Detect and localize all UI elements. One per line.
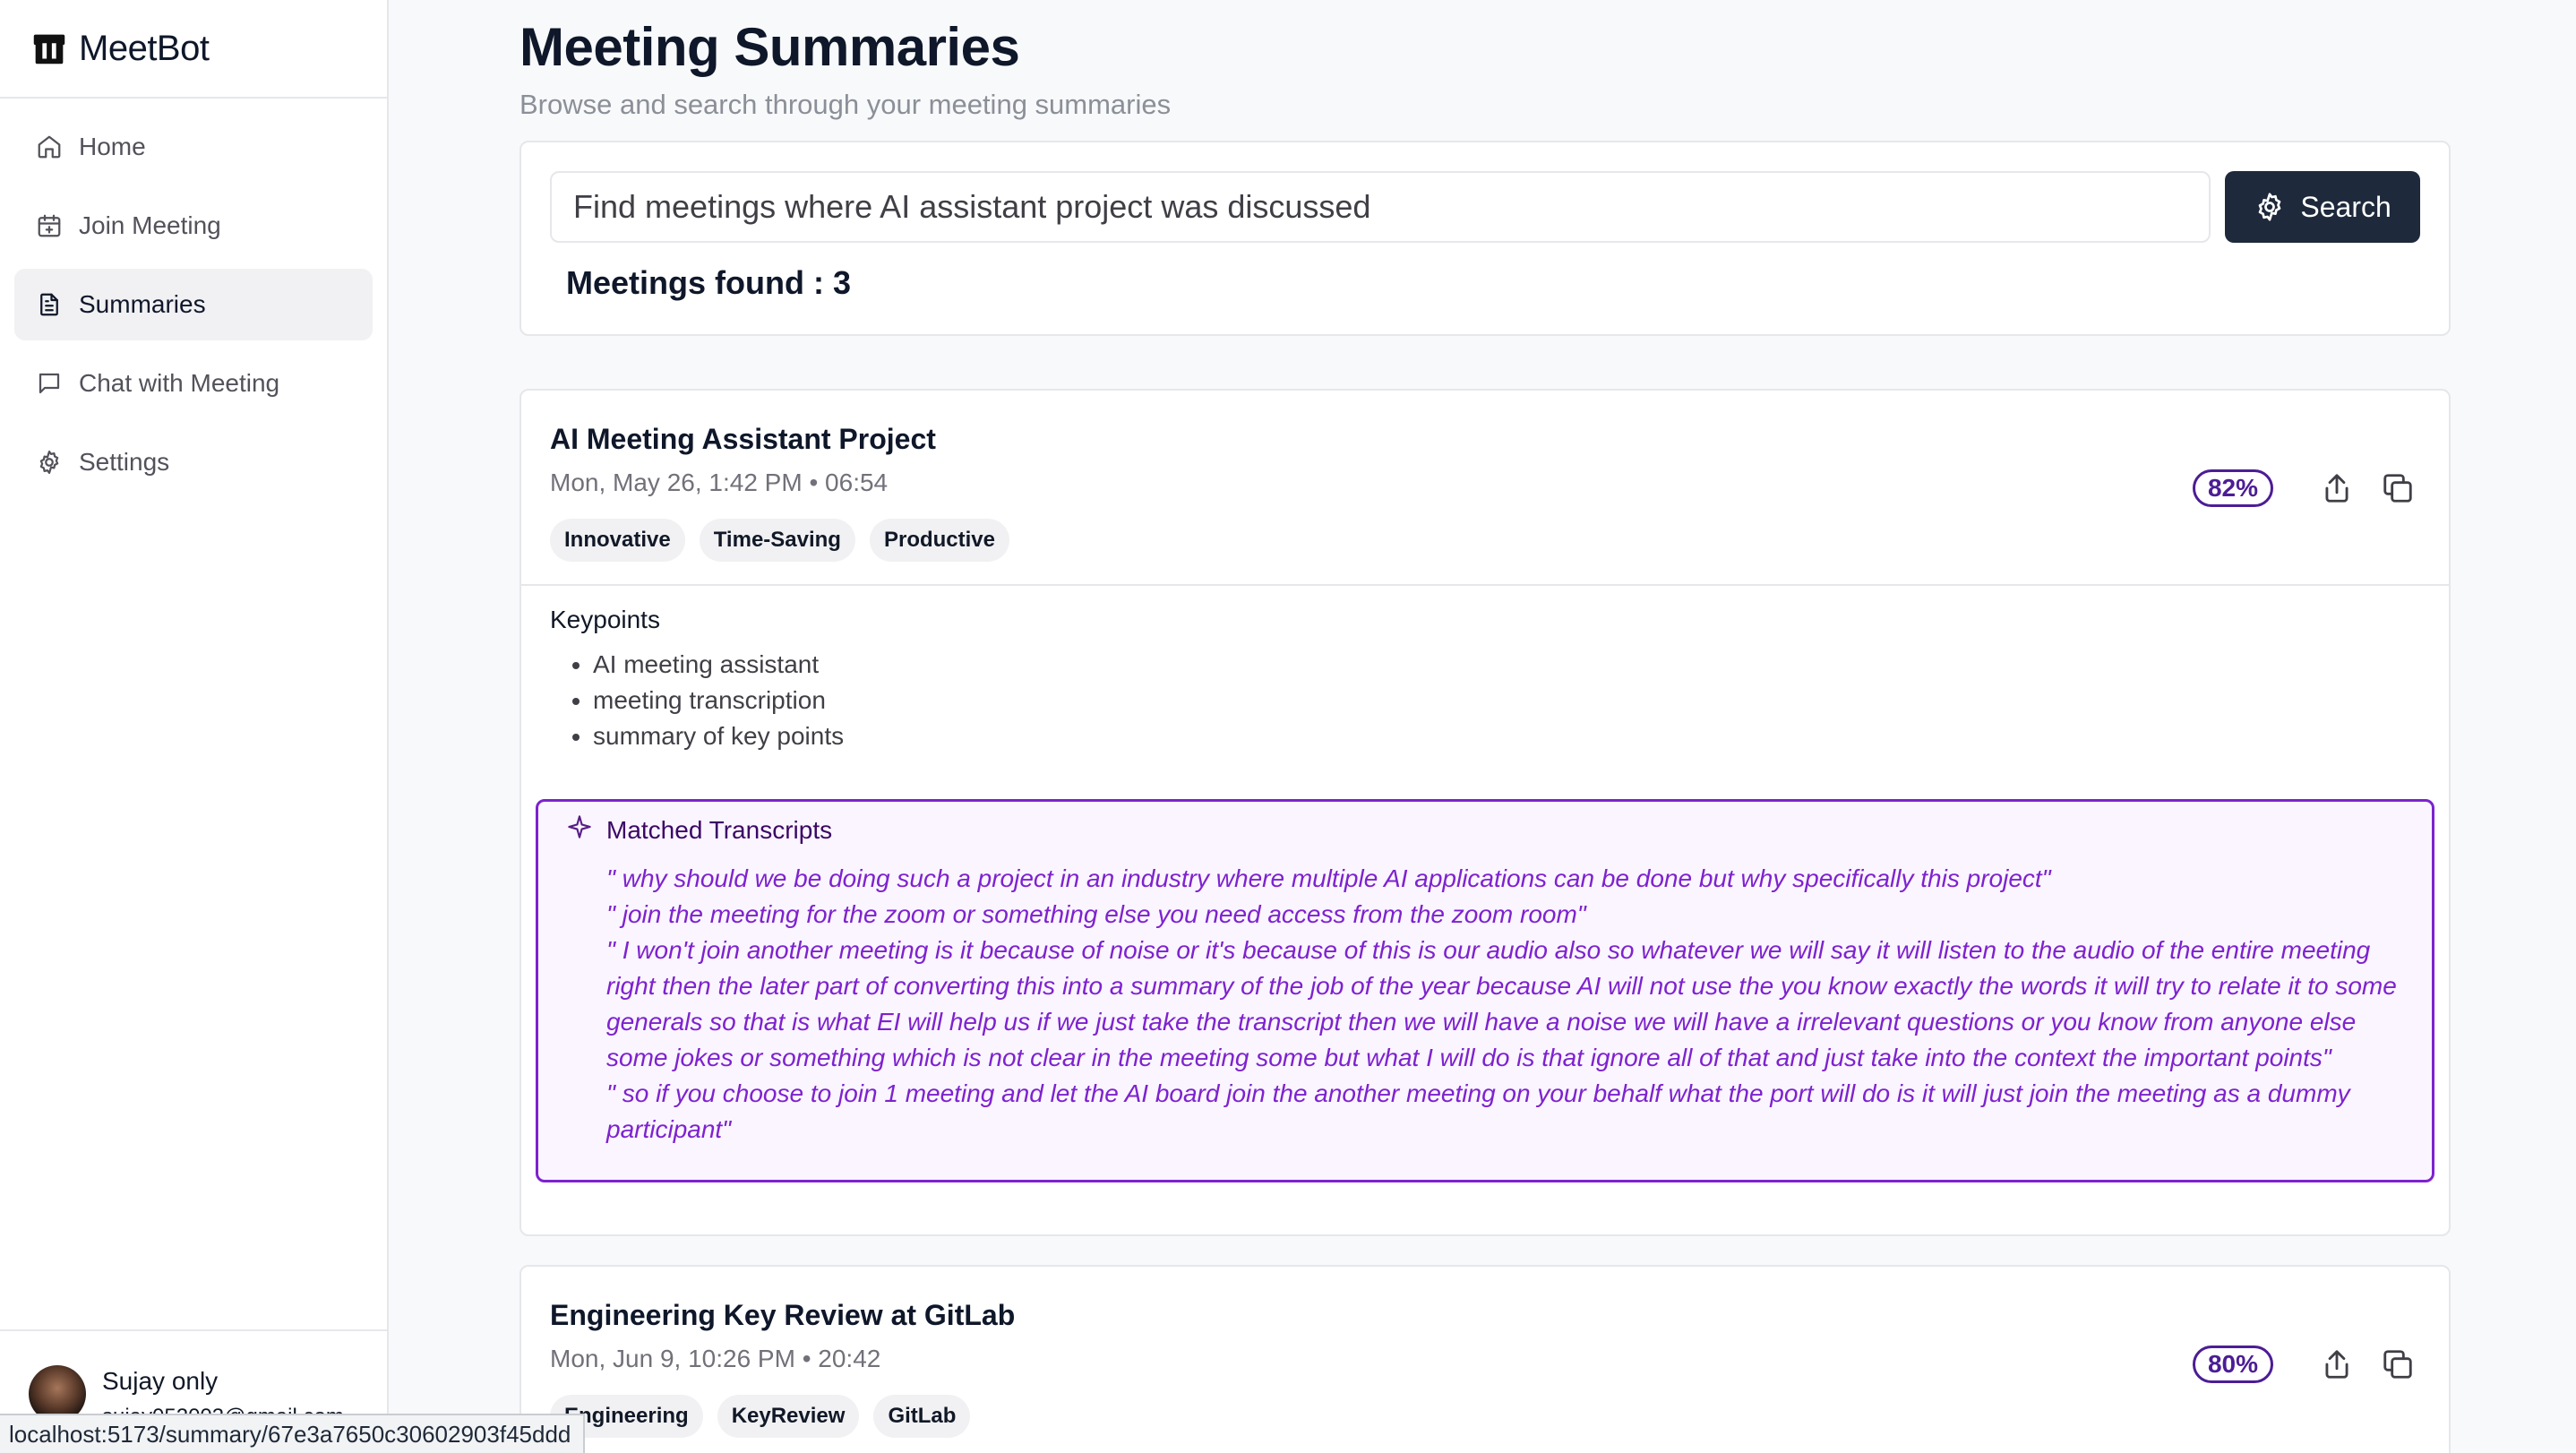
sidebar-item-home[interactable]: Home bbox=[14, 111, 373, 183]
meeting-title[interactable]: AI Meeting Assistant Project bbox=[550, 423, 2420, 456]
meeting-card-header: AI Meeting Assistant Project Mon, May 26… bbox=[521, 391, 2449, 584]
sidebar-item-settings[interactable]: Settings bbox=[14, 426, 373, 498]
meeting-tags: Innovative Time-Saving Productive bbox=[550, 519, 2420, 562]
meeting-actions: 80% bbox=[2192, 1346, 2417, 1383]
meeting-actions: 82% bbox=[2192, 469, 2417, 507]
tag: Time-Saving bbox=[699, 519, 855, 562]
tag: Productive bbox=[869, 519, 1009, 562]
status-url: localhost:5173/summary/67e3a7650c3060290… bbox=[0, 1414, 586, 1453]
transcript-quote: " why should we be doing such a project … bbox=[606, 864, 2051, 892]
transcript-quote: " so if you choose to join 1 meeting and… bbox=[606, 1079, 2350, 1143]
page-title: Meeting Summaries bbox=[519, 17, 1020, 77]
tag: GitLab bbox=[873, 1395, 971, 1438]
user-name: Sujay only bbox=[102, 1367, 219, 1395]
share-button[interactable] bbox=[2318, 469, 2356, 507]
matched-transcripts-box: Matched Transcripts " why should we be d… bbox=[536, 799, 2434, 1182]
sidebar-item-label: Settings bbox=[79, 448, 170, 476]
search-button-label: Search bbox=[2300, 190, 2391, 223]
meeting-tags: Engineering KeyReview GitLab bbox=[550, 1395, 2420, 1438]
keypoint-item: AI meeting assistant bbox=[593, 647, 2420, 683]
meeting-card-header: Engineering Key Review at GitLab Mon, Ju… bbox=[521, 1267, 2449, 1453]
sidebar-item-summaries[interactable]: Summaries bbox=[14, 269, 373, 340]
brand-name: MeetBot bbox=[79, 28, 210, 68]
meeting-title[interactable]: Engineering Key Review at GitLab bbox=[550, 1299, 2420, 1332]
meeting-card-body: Keypoints AI meeting assistant meeting t… bbox=[521, 584, 2449, 1182]
sparkle-icon bbox=[568, 815, 591, 838]
keypoints-title: Keypoints bbox=[550, 606, 660, 633]
meeting-date-duration: Mon, Jun 9, 10:26 PM • 20:42 bbox=[550, 1345, 881, 1372]
meeting-card[interactable]: AI Meeting Assistant Project Mon, May 26… bbox=[519, 389, 2451, 1236]
tag: Innovative bbox=[550, 519, 685, 562]
transcript-quote: " join the meeting for the zoom or somet… bbox=[606, 900, 1586, 928]
share-icon bbox=[2325, 1350, 2348, 1379]
copy-icon bbox=[2383, 1350, 2412, 1379]
results-count: Meetings found : 3 bbox=[566, 264, 851, 301]
transcript-quote: " I won't join another meeting is it bec… bbox=[606, 936, 2397, 1071]
meeting-card[interactable]: Engineering Key Review at GitLab Mon, Ju… bbox=[519, 1265, 2451, 1453]
sidebar-item-chat-with-meeting[interactable]: Chat with Meeting bbox=[14, 348, 373, 419]
tag: KeyReview bbox=[717, 1395, 860, 1438]
sidebar-item-label: Chat with Meeting bbox=[79, 369, 280, 397]
brand[interactable]: MeetBot bbox=[0, 0, 387, 99]
document-icon bbox=[40, 293, 58, 316]
calendar-plus-icon bbox=[38, 214, 61, 237]
match-score-badge: 82% bbox=[2192, 469, 2273, 507]
sidebar-item-label: Home bbox=[79, 133, 146, 160]
search-card: Search Meetings found : 3 bbox=[519, 141, 2451, 336]
page-subtitle: Browse and search through your meeting s… bbox=[519, 89, 1172, 120]
sidebar-item-join-meeting[interactable]: Join Meeting bbox=[14, 190, 373, 262]
copy-button[interactable] bbox=[2379, 469, 2417, 507]
chat-icon bbox=[39, 373, 60, 394]
home-icon bbox=[38, 135, 61, 159]
meeting-date-duration: Mon, May 26, 1:42 PM • 06:54 bbox=[550, 469, 889, 496]
sidebar-item-label: Join Meeting bbox=[79, 211, 221, 239]
main-content: Meeting Summaries Browse and search thro… bbox=[519, 0, 2451, 336]
keypoint-item: meeting transcription bbox=[593, 683, 2420, 718]
sidebar: MeetBot Home Join Meeting Summaries Chat… bbox=[0, 0, 389, 1453]
keypoints-list: AI meeting assistant meeting transcripti… bbox=[550, 647, 2420, 754]
transcript-quotes: " why should we be doing such a project … bbox=[567, 861, 2400, 1148]
copy-button[interactable] bbox=[2379, 1346, 2417, 1383]
bot-logo-icon bbox=[33, 34, 65, 64]
copy-icon bbox=[2383, 474, 2412, 503]
gear-icon bbox=[39, 451, 59, 474]
matched-transcripts-title: Matched Transcripts bbox=[606, 816, 833, 844]
match-score-badge: 80% bbox=[2192, 1346, 2273, 1383]
share-button[interactable] bbox=[2318, 1346, 2356, 1383]
sparkle-gear-icon bbox=[2259, 193, 2281, 221]
share-icon bbox=[2325, 474, 2348, 503]
keypoint-item: summary of key points bbox=[593, 718, 2420, 754]
sidebar-nav: Home Join Meeting Summaries Chat with Me… bbox=[0, 99, 387, 518]
search-button[interactable]: Search bbox=[2225, 171, 2420, 243]
search-input[interactable] bbox=[550, 171, 2211, 243]
sidebar-item-label: Summaries bbox=[79, 290, 206, 318]
